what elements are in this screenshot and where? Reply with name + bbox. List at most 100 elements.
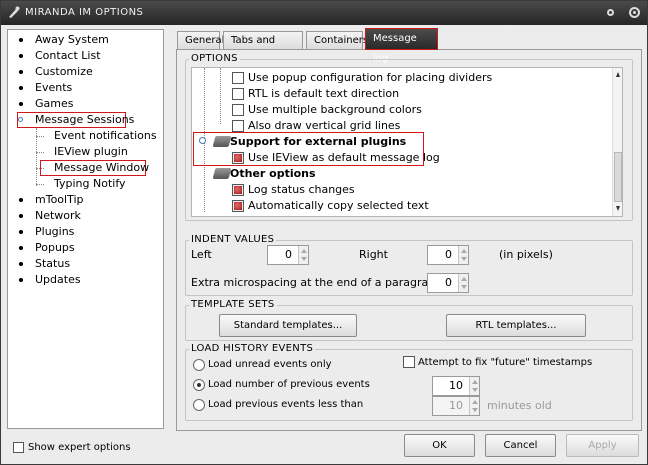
option-group-header[interactable]: Other options bbox=[212, 166, 334, 182]
scroll-up-icon[interactable] bbox=[616, 72, 620, 77]
miranda-app-icon bbox=[9, 6, 20, 18]
spinner-arrows-icon[interactable] bbox=[469, 397, 479, 415]
microspacing-spinner[interactable]: 0 bbox=[427, 273, 469, 293]
tree-item-label: Customize bbox=[35, 65, 93, 78]
close-icon[interactable] bbox=[629, 7, 640, 18]
tree-item-status[interactable]: Status bbox=[19, 256, 72, 272]
expanded-node-icon bbox=[18, 117, 23, 122]
fix-future-label: Attempt to fix "future" timestamps bbox=[418, 357, 593, 368]
load-number-label: Load number of previous events bbox=[208, 379, 370, 390]
ok-button[interactable]: OK bbox=[404, 434, 475, 457]
spinner-value: 10 bbox=[449, 399, 463, 412]
load-less-label: Load previous events less than bbox=[208, 399, 364, 410]
options-tree[interactable]: Away System Contact List Customize Event… bbox=[7, 29, 164, 429]
tree-item-away-system[interactable]: Away System bbox=[19, 32, 111, 48]
radio-load-number[interactable] bbox=[193, 379, 205, 391]
indent-unit-label: (in pixels) bbox=[499, 248, 553, 261]
history-minutes-spinner[interactable]: 10 bbox=[432, 396, 480, 416]
option-label: Use multiple background colors bbox=[248, 103, 422, 116]
show-expert-checkbox[interactable] bbox=[13, 442, 24, 453]
history-number-spinner[interactable]: 10 bbox=[432, 376, 480, 396]
checkbox[interactable] bbox=[232, 184, 244, 196]
tree-item-label: Popups bbox=[35, 241, 75, 254]
indent-left-label: Left bbox=[191, 248, 212, 261]
tab-label: Containers bbox=[314, 35, 369, 46]
spinner-value: 0 bbox=[445, 276, 452, 289]
tree-item-plugins[interactable]: Plugins bbox=[19, 224, 76, 240]
tab-tabs-and-layout[interactable]: Tabs and layout bbox=[223, 31, 303, 63]
window-title: MIRANDA IM OPTIONS bbox=[25, 7, 144, 18]
tree-item-label: Plugins bbox=[35, 225, 75, 238]
checkbox[interactable] bbox=[232, 200, 244, 212]
tab-general[interactable]: General bbox=[177, 31, 224, 49]
tree-item-label: Message Sessions bbox=[35, 113, 135, 126]
spinner-arrows-icon[interactable] bbox=[458, 274, 468, 292]
tree-item-typing-notify[interactable]: Typing Notify bbox=[52, 176, 128, 192]
tree-item-label: Games bbox=[35, 97, 74, 110]
bullet-icon bbox=[19, 246, 23, 250]
bullet-icon bbox=[19, 102, 23, 106]
tab-containers[interactable]: Containers bbox=[306, 31, 368, 49]
indent-left-spinner[interactable]: 0 bbox=[267, 245, 309, 265]
checkbox[interactable] bbox=[232, 72, 244, 84]
tree-item-label: Away System bbox=[35, 33, 109, 46]
tree-item-message-sessions[interactable]: Message Sessions bbox=[18, 112, 136, 128]
tree-item-ieview-plugin[interactable]: IEView plugin bbox=[52, 144, 130, 160]
minutes-old-label: minutes old bbox=[487, 399, 552, 412]
tree-item-popups[interactable]: Popups bbox=[19, 240, 77, 256]
options-window: MIRANDA IM OPTIONS Away System Contact L… bbox=[0, 0, 648, 465]
tree-item-games[interactable]: Games bbox=[19, 96, 75, 112]
standard-templates-button[interactable]: Standard templates... bbox=[219, 314, 357, 337]
cancel-button[interactable]: Cancel bbox=[485, 434, 556, 457]
scroll-thumb[interactable] bbox=[614, 152, 622, 202]
indent-right-label: Right bbox=[359, 248, 388, 261]
tree-connector-line bbox=[36, 152, 44, 153]
fix-future-checkbox[interactable] bbox=[403, 356, 415, 368]
tree-item-label: mToolTip bbox=[35, 193, 84, 206]
apply-button[interactable]: Apply bbox=[566, 434, 639, 457]
radio-load-unread[interactable] bbox=[193, 359, 205, 371]
tree-item-updates[interactable]: Updates bbox=[19, 272, 83, 288]
tree-item-label: IEView plugin bbox=[54, 145, 128, 158]
scroll-down-icon[interactable] bbox=[616, 206, 620, 211]
minimize-icon[interactable] bbox=[607, 9, 614, 16]
checkbox[interactable] bbox=[232, 120, 244, 132]
load-history-title: LOAD HISTORY EVENTS bbox=[189, 343, 316, 354]
options-group-title: OPTIONS bbox=[189, 53, 240, 64]
tree-item-label: Typing Notify bbox=[54, 177, 126, 190]
bullet-icon bbox=[19, 278, 23, 282]
highlight-frame bbox=[193, 132, 424, 166]
bullet-icon bbox=[19, 230, 23, 234]
spinner-arrows-icon[interactable] bbox=[458, 246, 468, 264]
bullet-icon bbox=[19, 86, 23, 90]
tree-item-label: Updates bbox=[35, 273, 81, 286]
tree-item-label: Contact List bbox=[35, 49, 101, 62]
spinner-arrows-icon[interactable] bbox=[298, 246, 308, 264]
tree-item-mtooltip[interactable]: mToolTip bbox=[19, 192, 86, 208]
tree-item-events[interactable]: Events bbox=[19, 80, 74, 96]
tree-item-network[interactable]: Network bbox=[19, 208, 83, 224]
checkbox[interactable] bbox=[232, 88, 244, 100]
tree-item-event-notifications[interactable]: Event notifications bbox=[52, 128, 159, 144]
template-sets-title: TEMPLATE SETS bbox=[189, 299, 277, 310]
spinner-arrows-icon[interactable] bbox=[469, 377, 479, 395]
tree-item-message-window[interactable]: Message Window bbox=[52, 160, 151, 176]
tree-item-customize[interactable]: Customize bbox=[19, 64, 95, 80]
rtl-templates-button[interactable]: RTL templates... bbox=[446, 314, 586, 337]
indent-right-spinner[interactable]: 0 bbox=[427, 245, 469, 265]
tab-label: General bbox=[185, 35, 225, 46]
title-bar[interactable]: MIRANDA IM OPTIONS bbox=[1, 1, 647, 25]
tree-connector-line bbox=[220, 68, 221, 124]
tree-item-label: Event notifications bbox=[54, 129, 157, 142]
tree-connector-line bbox=[36, 136, 44, 137]
options-scrollbar[interactable] bbox=[612, 68, 622, 216]
option-label: Use popup configuration for placing divi… bbox=[248, 71, 493, 84]
tab-message-log[interactable]: Message log bbox=[365, 28, 438, 64]
radio-load-less[interactable] bbox=[193, 399, 205, 411]
option-label: RTL is default text direction bbox=[248, 87, 400, 100]
checkbox[interactable] bbox=[232, 104, 244, 116]
bullet-icon bbox=[19, 70, 23, 74]
tree-item-contact-list[interactable]: Contact List bbox=[19, 48, 103, 64]
spinner-value: 0 bbox=[445, 248, 452, 261]
tree-item-label: Network bbox=[35, 209, 81, 222]
